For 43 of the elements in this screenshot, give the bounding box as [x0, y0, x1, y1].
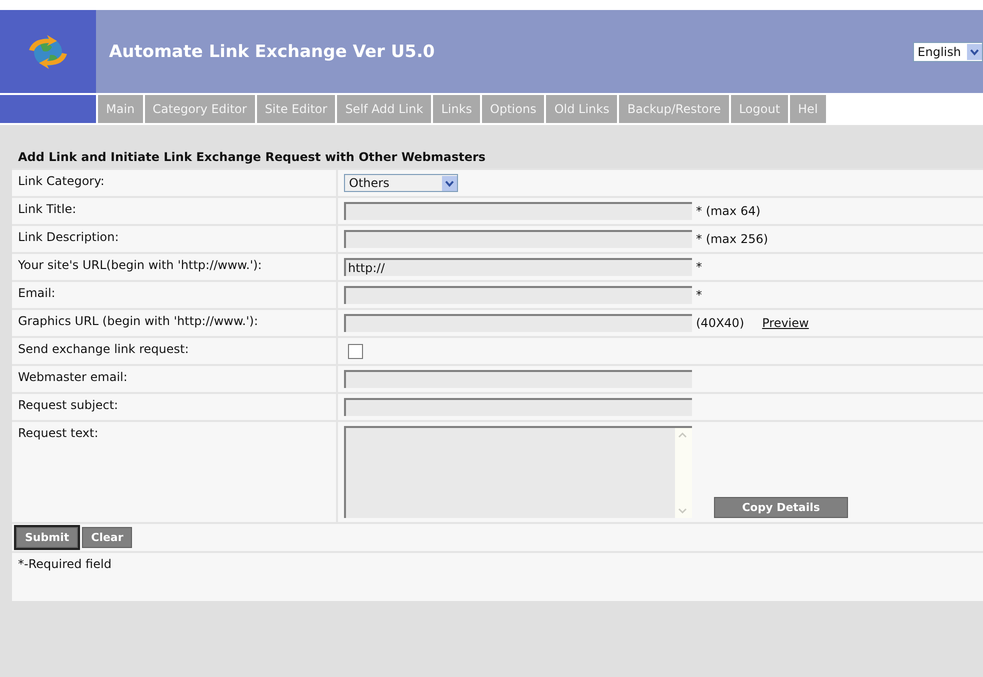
text-area[interactable]	[344, 426, 692, 518]
category-select[interactable]: Others	[344, 174, 458, 192]
language-select[interactable]: English	[912, 42, 983, 62]
input-field[interactable]	[344, 370, 692, 388]
form-button[interactable]: Clear	[82, 527, 132, 548]
input-field[interactable]	[344, 230, 692, 248]
copy-details-button[interactable]: Copy Details	[714, 497, 848, 518]
input-field[interactable]	[344, 314, 692, 332]
nav-tab[interactable]: Hel	[790, 95, 826, 123]
field-note: *	[696, 288, 702, 302]
preview-link[interactable]: Preview	[762, 316, 809, 330]
nav-tab[interactable]: Backup/Restore	[619, 95, 729, 123]
nav-tab[interactable]: Options	[482, 95, 544, 123]
field-note: * (max 64)	[696, 204, 760, 218]
form-button[interactable]: Submit	[16, 527, 78, 548]
field-label: Request subject:	[18, 398, 118, 412]
input-field[interactable]: http://	[344, 258, 692, 276]
field-label: Link Category:	[18, 174, 104, 188]
field-label: Email:	[18, 286, 56, 300]
nav-tab[interactable]: Old Links	[546, 95, 618, 123]
nav-tab[interactable]: Category Editor	[144, 95, 255, 123]
field-label: Graphics URL (begin with 'http://www.'):	[18, 314, 258, 328]
nav-tab[interactable]: Logout	[730, 95, 788, 123]
field-label: Link Description:	[18, 230, 119, 244]
nav-tab[interactable]: Site Editor	[256, 95, 336, 123]
field-label: Webmaster email:	[18, 370, 128, 384]
nav-tab[interactable]: Self Add Link	[337, 95, 432, 123]
checkbox[interactable]	[348, 344, 363, 358]
input-field[interactable]	[344, 202, 692, 220]
field-note: (40X40)	[696, 316, 744, 330]
input-field[interactable]	[344, 286, 692, 304]
field-label: Request text:	[18, 426, 98, 440]
nav-tab[interactable]: Main	[98, 95, 143, 123]
field-label: Your site's URL(begin with 'http://www.'):	[18, 258, 262, 272]
field-label: Link Title:	[18, 202, 76, 216]
field-label: Send exchange link request:	[18, 342, 189, 356]
field-note: * (max 256)	[696, 232, 768, 246]
input-field[interactable]	[344, 398, 692, 416]
app-title: Automate Link Exchange Ver U5.0	[109, 42, 435, 62]
scrollbar[interactable]	[675, 428, 692, 518]
nav-tab[interactable]: Links	[433, 95, 480, 123]
field-note: *	[696, 260, 702, 274]
required-note: *-Required field	[18, 557, 112, 571]
